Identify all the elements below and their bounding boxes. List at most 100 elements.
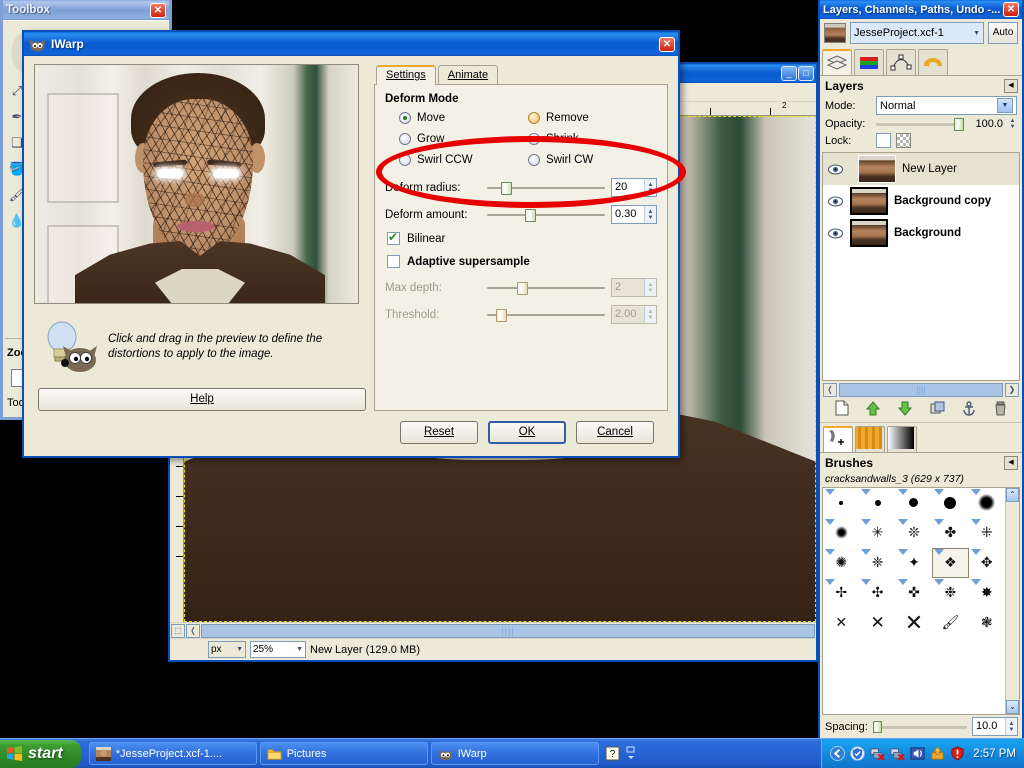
- task-iwarp[interactable]: IWarp: [430, 742, 599, 765]
- list-item[interactable]: ❈: [859, 548, 895, 578]
- lock-alpha-icon[interactable]: [896, 133, 911, 148]
- undo-history-tab-icon[interactable]: [918, 49, 948, 75]
- list-item[interactable]: [859, 488, 895, 518]
- list-item[interactable]: [932, 488, 968, 518]
- layer-list-scrollbar[interactable]: ❬ |||| ❯: [820, 381, 1022, 399]
- network-disconnected-2-icon[interactable]: [890, 746, 905, 761]
- task-pictures[interactable]: Pictures: [259, 742, 428, 765]
- paths-tab-icon[interactable]: [886, 49, 916, 75]
- spinner-arrows-icon[interactable]: ▲ ▼: [1005, 718, 1017, 735]
- list-item[interactable]: ✤: [932, 518, 968, 548]
- list-item[interactable]: ✣: [859, 578, 895, 608]
- list-item[interactable]: 🖌: [932, 608, 968, 638]
- zoom-combo[interactable]: 25% ▼: [250, 641, 306, 658]
- deform-radius-spinner[interactable]: 20 ▲ ▼: [611, 178, 657, 197]
- deform-amount-spinner[interactable]: 0.30 ▲ ▼: [611, 205, 657, 224]
- taskbar-clock[interactable]: 2:57 PM: [973, 748, 1016, 760]
- scroll-down-icon[interactable]: ⌄: [1006, 700, 1019, 714]
- list-item[interactable]: ❉: [932, 578, 968, 608]
- update-icon[interactable]: [930, 746, 945, 761]
- brushes-collapse-icon[interactable]: ◀: [1004, 455, 1018, 470]
- lock-pixels-checkbox[interactable]: [876, 133, 891, 148]
- mode-combo[interactable]: Normal ▼: [876, 96, 1017, 115]
- delete-layer-icon[interactable]: [994, 401, 1007, 420]
- scroll-up-icon[interactable]: ⌃: [1006, 487, 1019, 502]
- list-item[interactable]: [823, 518, 859, 548]
- list-item[interactable]: ✦: [896, 548, 932, 578]
- table-row[interactable]: Background: [823, 217, 1019, 249]
- spinner-arrows-icon[interactable]: ▲ ▼: [644, 179, 656, 196]
- deform-radius-slider[interactable]: [487, 180, 605, 196]
- spinner-arrows-icon[interactable]: ▲ ▼: [644, 206, 656, 223]
- task-jesseproject[interactable]: *JesseProject.xcf-1....: [88, 742, 257, 765]
- layers-dock-close-icon[interactable]: ✕: [1003, 2, 1019, 17]
- iwarp-titlebar[interactable]: IWarp ✕: [24, 32, 678, 56]
- volume-icon[interactable]: [910, 746, 925, 761]
- radio-remove[interactable]: Remove: [528, 112, 657, 124]
- opacity-spinner-icon[interactable]: ▲ ▼: [1008, 118, 1017, 130]
- deform-radius-thumb[interactable]: [501, 181, 513, 195]
- maximize-icon[interactable]: □: [798, 66, 814, 81]
- visibility-eye-icon[interactable]: [827, 226, 844, 240]
- layers-tab-icon[interactable]: [822, 49, 852, 75]
- anchor-layer-icon[interactable]: [962, 400, 976, 420]
- reset-button[interactable]: Reset: [400, 421, 478, 444]
- chevron-down-icon[interactable]: ▼: [997, 98, 1013, 113]
- opacity-slider[interactable]: [876, 117, 964, 131]
- canvas-horizontal-scrollbar[interactable]: ⬚ ❬ ||||: [170, 622, 816, 638]
- brush-grid-scrollbar[interactable]: ⌃ ⌄: [1005, 487, 1019, 714]
- list-item[interactable]: ⁜: [969, 518, 1005, 548]
- tab-settings[interactable]: Settings: [376, 65, 436, 85]
- list-item[interactable]: ✢: [823, 578, 859, 608]
- security-alert-icon[interactable]: [950, 746, 965, 761]
- list-item[interactable]: ❊: [896, 518, 932, 548]
- help-button[interactable]: Help: [38, 388, 366, 411]
- radio-swirl-ccw[interactable]: Swirl CCW: [399, 154, 528, 166]
- ok-button[interactable]: OK: [488, 421, 566, 444]
- iwarp-preview[interactable]: [34, 64, 359, 304]
- scroll-thumb[interactable]: ||||: [201, 623, 815, 638]
- spacing-slider[interactable]: [872, 720, 967, 733]
- list-item[interactable]: ✕: [896, 608, 932, 638]
- quickmask-icon[interactable]: ⬚: [171, 623, 185, 638]
- radio-swirl-cw[interactable]: Swirl CW: [528, 154, 657, 166]
- gradients-tab-icon[interactable]: [887, 425, 917, 452]
- raise-layer-icon[interactable]: [866, 400, 881, 420]
- visibility-eye-icon[interactable]: [827, 194, 844, 208]
- spacing-thumb[interactable]: [872, 721, 882, 733]
- list-item[interactable]: ✳: [859, 518, 895, 548]
- opacity-thumb[interactable]: [954, 118, 964, 131]
- brushes-tab-icon[interactable]: [823, 425, 853, 452]
- radio-shrink[interactable]: Shrink: [528, 133, 657, 145]
- help-icon[interactable]: ?: [605, 746, 620, 761]
- list-item[interactable]: ✜: [896, 578, 932, 608]
- list-item[interactable]: ✕: [859, 608, 895, 638]
- iwarp-close-icon[interactable]: ✕: [659, 36, 675, 52]
- toolbox-close-icon[interactable]: ✕: [150, 2, 166, 18]
- bilinear-checkbox[interactable]: [387, 230, 400, 245]
- layer-list[interactable]: New Layer Background copy Background: [822, 152, 1020, 381]
- radio-grow[interactable]: Grow: [399, 133, 528, 145]
- cancel-button[interactable]: Cancel: [576, 421, 654, 444]
- tab-animate[interactable]: Animate: [437, 65, 499, 85]
- patterns-tab-icon[interactable]: [855, 425, 885, 452]
- list-item[interactable]: ✥: [969, 548, 1005, 578]
- channels-tab-icon[interactable]: [854, 49, 884, 75]
- shield-icon[interactable]: [850, 746, 866, 761]
- new-layer-icon[interactable]: [835, 400, 849, 420]
- network-disconnected-icon[interactable]: [870, 746, 885, 761]
- adaptive-supersample-row[interactable]: Adaptive supersample: [387, 255, 657, 268]
- unit-combo[interactable]: px ▼: [208, 641, 246, 658]
- adaptive-supersample-checkbox[interactable]: [387, 255, 400, 268]
- list-item[interactable]: ❃: [969, 608, 1005, 638]
- bilinear-row[interactable]: Bilinear: [387, 230, 657, 245]
- show-desktop-icon[interactable]: [830, 746, 846, 761]
- minimize-icon[interactable]: _: [781, 66, 797, 81]
- list-item[interactable]: [896, 488, 932, 518]
- list-item[interactable]: ✕: [823, 608, 859, 638]
- list-item[interactable]: ❖: [932, 547, 969, 578]
- radio-move[interactable]: Move: [399, 112, 528, 124]
- scroll-thumb[interactable]: ||||: [839, 382, 1003, 397]
- expand-icon[interactable]: [625, 746, 637, 761]
- list-item[interactable]: ✸: [969, 578, 1005, 608]
